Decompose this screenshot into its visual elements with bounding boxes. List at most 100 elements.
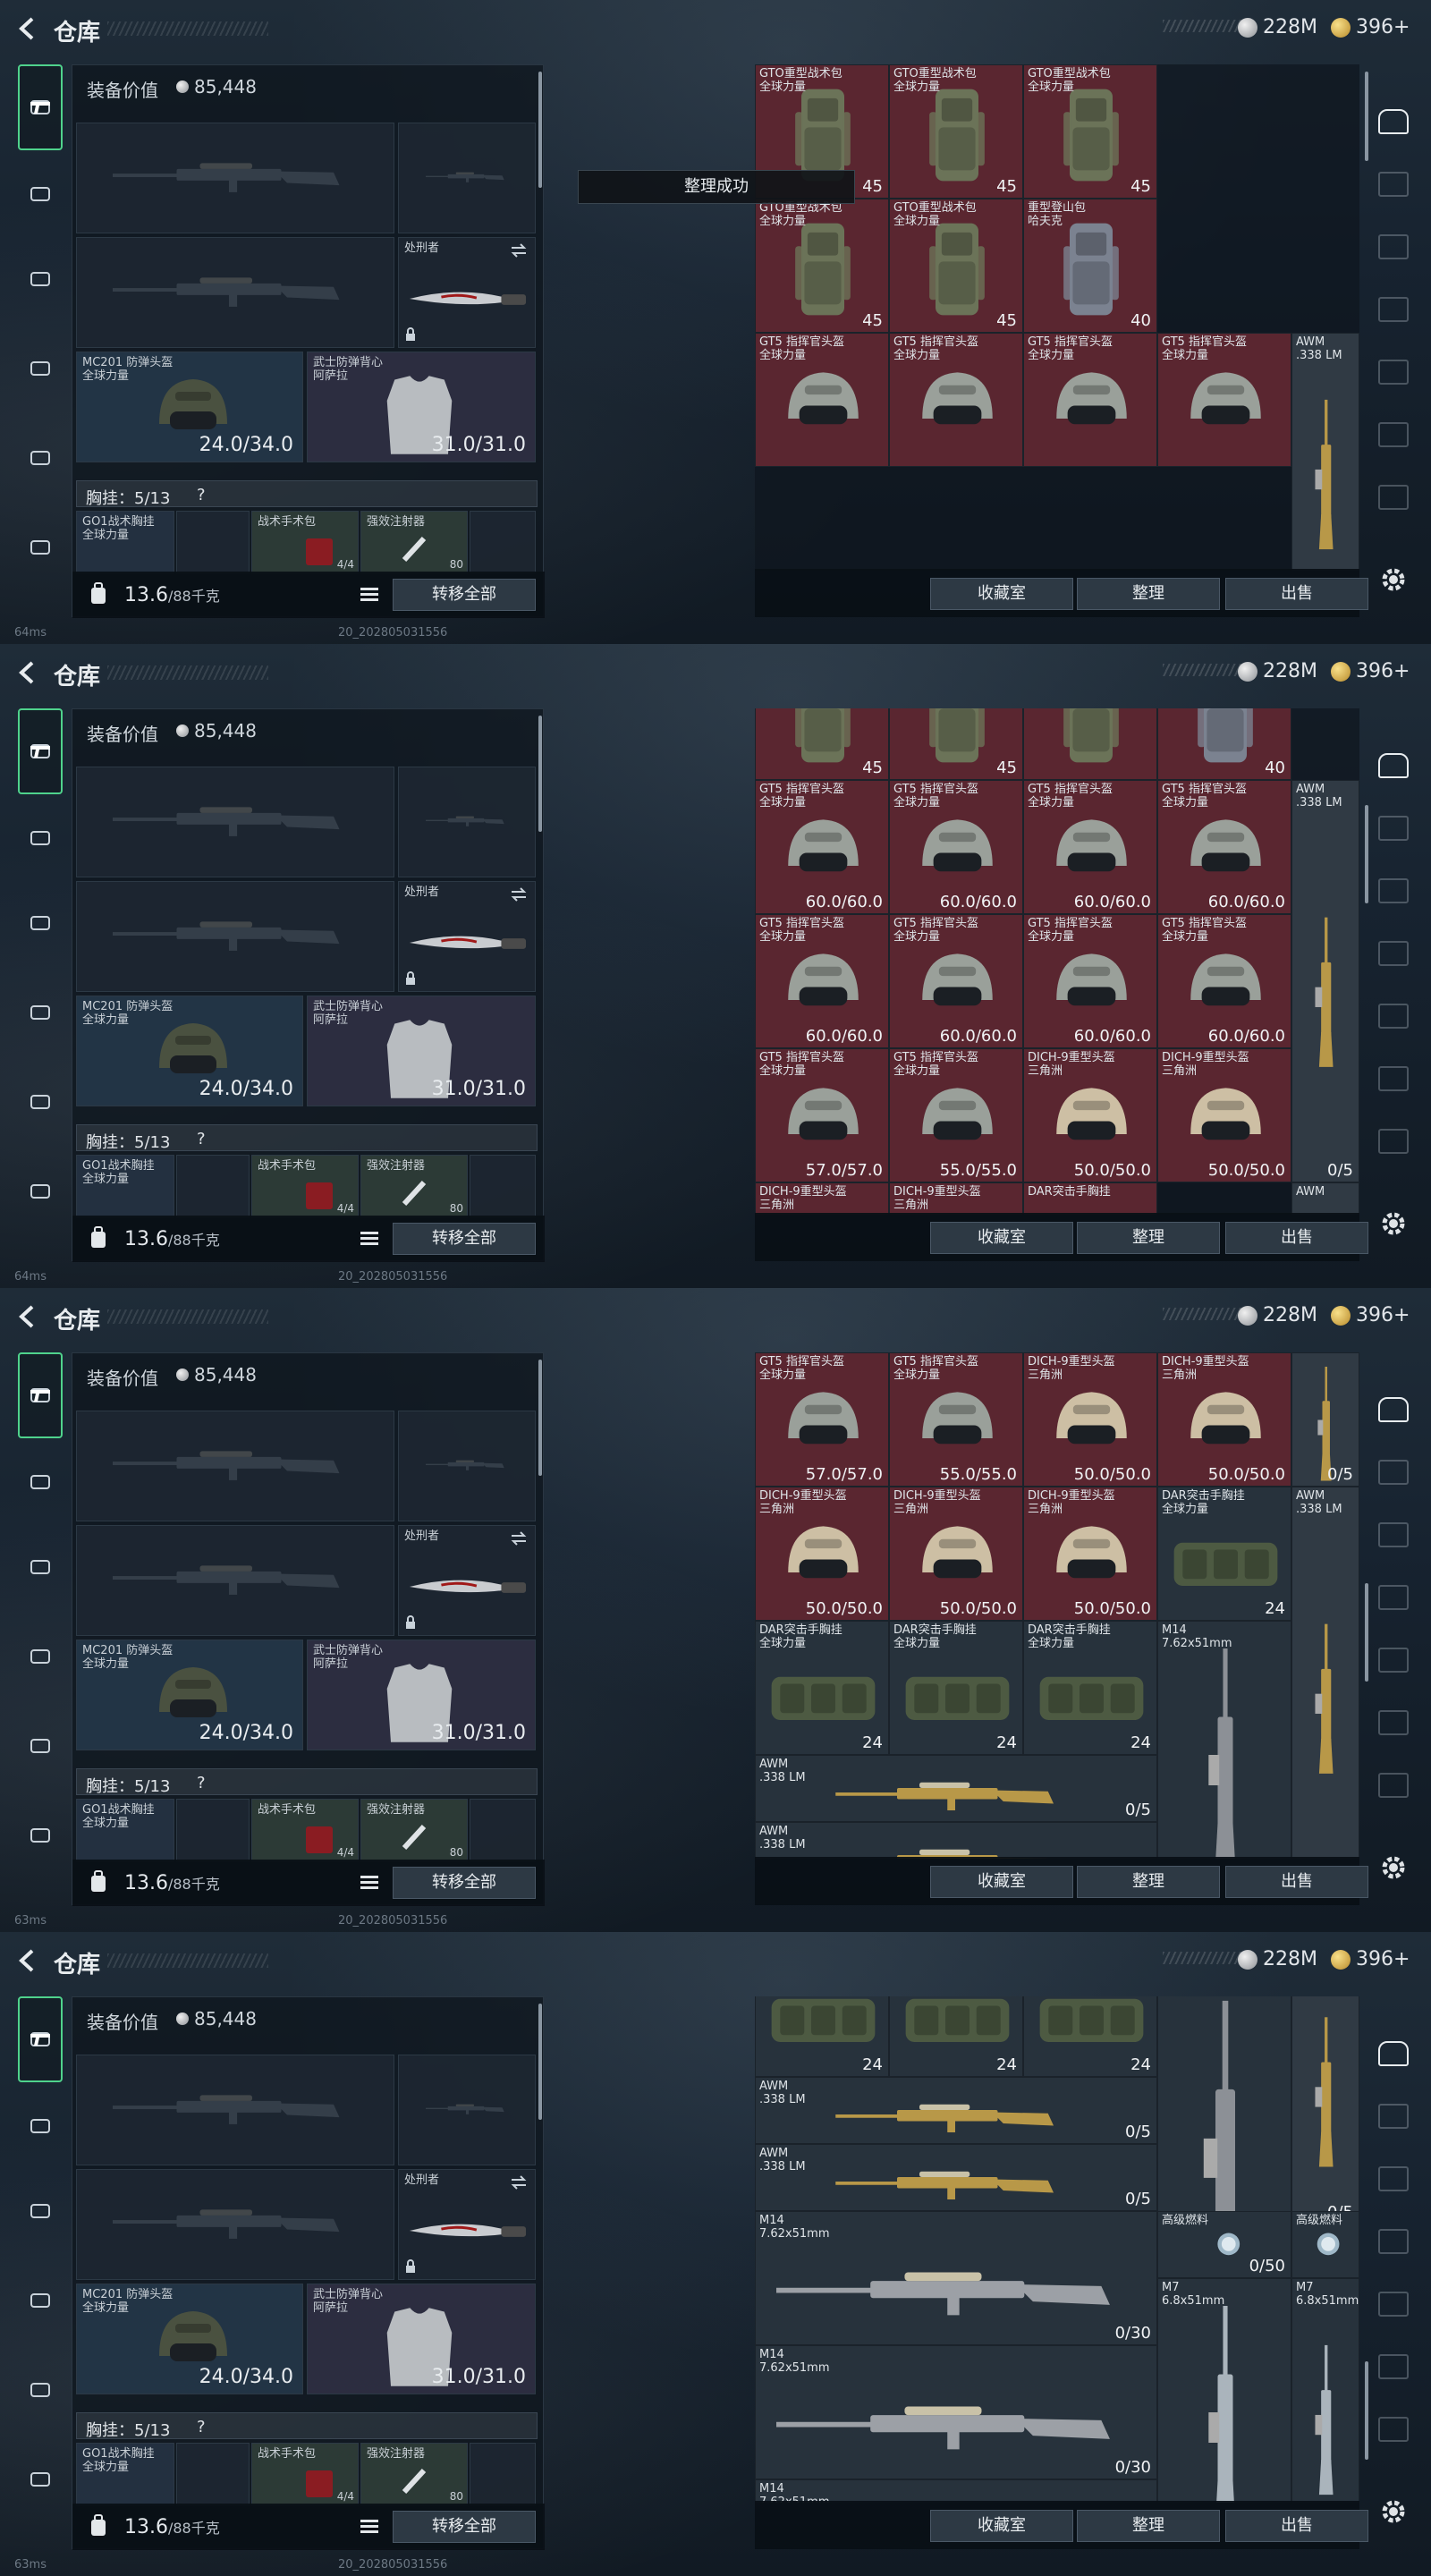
storage-tab[interactable] — [1372, 1120, 1415, 1163]
transfer-all-button[interactable]: 转移全部 — [393, 579, 536, 611]
warehouse-scrollbar[interactable] — [1365, 2361, 1368, 2460]
injector-slot[interactable]: 强效注射器 80 — [360, 511, 468, 573]
inventory-item[interactable]: AWM .338 LM 0/5 — [755, 2144, 1157, 2211]
list-view-icon[interactable] — [357, 1226, 382, 1251]
warehouse-scrollbar[interactable] — [1365, 805, 1368, 903]
inventory-item[interactable]: M14 7.62x51mm 0/30 — [755, 2211, 1157, 2345]
transfer-all-button[interactable]: 转移全部 — [393, 1867, 536, 1899]
list-view-icon[interactable] — [357, 1870, 382, 1895]
list-view-icon[interactable] — [357, 2514, 382, 2539]
inventory-item[interactable]: 0/5 — [1291, 1996, 1359, 2224]
gear-icon[interactable] — [1377, 564, 1410, 596]
swap-icon[interactable] — [510, 243, 528, 258]
injector-slot[interactable]: 强效注射器 80 — [360, 2443, 468, 2505]
inventory-item[interactable]: DICH-9重型头盔 三角洲 50.0/50.0 — [1157, 1352, 1291, 1487]
inventory-item[interactable]: 24 — [1023, 1996, 1157, 2077]
inventory-item[interactable]: GT5 指挥官头盔 全球力量 60.0/60.0 — [889, 780, 1023, 914]
storage-tab[interactable] — [1372, 2095, 1415, 2138]
back-arrow-icon[interactable] — [16, 16, 38, 41]
helmet-slot[interactable]: MC201 防弹头盔 全球力量 24.0/34.0 — [76, 352, 303, 462]
inventory-item[interactable]: GT5 指挥官头盔 全球力量 — [1157, 333, 1291, 467]
back-arrow-icon[interactable] — [16, 1948, 38, 1973]
armor-slot[interactable]: 武士防弹背心 阿萨拉 31.0/31.0 — [307, 1640, 536, 1750]
inventory-item[interactable] — [1023, 708, 1157, 780]
storage-tab[interactable] — [1372, 932, 1415, 975]
rig-pocket-slot[interactable] — [470, 511, 536, 573]
inventory-item[interactable]: 45 — [755, 708, 889, 780]
nav-clipboard[interactable] — [18, 436, 63, 480]
rig-pocket-slot[interactable] — [176, 1799, 250, 1861]
rig-slot[interactable]: GO1战术胸挂 全球力量 — [76, 2443, 174, 2505]
storage-tab[interactable] — [1372, 476, 1415, 519]
inventory-item[interactable]: DICH-9重型头盔 三角洲 50.0/50.0 — [1023, 1048, 1157, 1182]
swap-icon[interactable] — [510, 887, 528, 902]
rig-slot[interactable]: GO1战术胸挂 全球力量 — [76, 1155, 174, 1217]
storage-tab[interactable] — [1372, 1639, 1415, 1682]
surgery-kit-slot[interactable]: 战术手术包 4/4 — [251, 1799, 359, 1861]
nav-backpack[interactable] — [18, 2278, 63, 2323]
inventory-item[interactable]: GT5 指挥官头盔 全球力量 60.0/60.0 — [889, 914, 1023, 1048]
inventory-item[interactable]: 24 — [889, 1996, 1023, 2077]
nav-armor[interactable] — [18, 172, 63, 216]
back-arrow-icon[interactable] — [16, 1304, 38, 1329]
inventory-item[interactable]: M7 6.8x51mm — [1291, 2278, 1359, 2503]
inventory-item[interactable]: DICH-9重型头盔 三角洲 — [755, 1182, 889, 1215]
storage-tab[interactable] — [1372, 2345, 1415, 2388]
list-view-icon[interactable] — [357, 582, 382, 607]
inventory-item[interactable]: GT5 指挥官头盔 全球力量 — [889, 333, 1023, 467]
inventory-item[interactable]: DICH-9重型头盔 三角洲 50.0/50.0 — [1157, 1048, 1291, 1182]
inventory-item[interactable]: 重型登山包 哈夫克 40 — [1023, 199, 1157, 333]
nav-helmet[interactable] — [18, 1545, 63, 1589]
inventory-item[interactable]: AWM .338 LM 0/5 — [1291, 780, 1359, 1182]
pistol-slot[interactable] — [398, 767, 536, 877]
home-tab[interactable] — [1372, 1388, 1415, 1431]
helmet-slot[interactable]: MC201 防弹头盔 全球力量 24.0/34.0 — [76, 996, 303, 1106]
nav-clipboard[interactable] — [18, 2368, 63, 2412]
storage-tab[interactable] — [1372, 1451, 1415, 1494]
inventory-item[interactable]: DAR突击手胸挂 全球力量 24 — [889, 1621, 1023, 1755]
rig-pocket-slot[interactable] — [176, 1155, 250, 1217]
organize-button[interactable]: 整理 — [1077, 1866, 1220, 1898]
gold-currency[interactable]: 396+ — [1331, 1948, 1410, 1970]
nav-briefcase[interactable] — [18, 1169, 63, 1214]
nav-armor[interactable] — [18, 1460, 63, 1504]
inventory-item[interactable]: M14 7.62x51mm — [755, 2479, 1157, 2503]
inventory-item[interactable]: DICH-9重型头盔 三角洲 50.0/50.0 — [755, 1487, 889, 1621]
rig-pocket-slot[interactable] — [470, 1155, 536, 1217]
inventory-item[interactable]: GT5 指挥官头盔 全球力量 60.0/60.0 — [1023, 914, 1157, 1048]
storage-tab[interactable] — [1372, 1057, 1415, 1100]
pistol-slot[interactable] — [398, 2055, 536, 2165]
primary-weapon-slot[interactable] — [76, 767, 394, 877]
warehouse-scrollbar[interactable] — [1365, 1583, 1368, 1682]
nav-pistol[interactable] — [18, 1352, 63, 1438]
storage-tab[interactable] — [1372, 1576, 1415, 1619]
melee-slot[interactable]: 处刑者 — [398, 237, 536, 348]
collection-room-button[interactable]: 收藏室 — [930, 578, 1073, 610]
nav-clipboard[interactable] — [18, 1080, 63, 1124]
melee-slot[interactable]: 处刑者 — [398, 2169, 536, 2280]
rig-pocket-slot[interactable] — [470, 2443, 536, 2505]
back-arrow-icon[interactable] — [16, 660, 38, 685]
inventory-item[interactable]: GTO重型战术包 全球力量 45 — [889, 64, 1023, 199]
nav-backpack[interactable] — [18, 346, 63, 391]
storage-tab[interactable] — [1372, 995, 1415, 1038]
help-icon[interactable]: ? — [197, 1774, 206, 1792]
primary-weapon-slot[interactable] — [76, 1411, 394, 1521]
inventory-item[interactable]: GT5 指挥官头盔 全球力量 55.0/55.0 — [889, 1048, 1023, 1182]
surgery-kit-slot[interactable]: 战术手术包 4/4 — [251, 511, 359, 573]
inventory-item[interactable]: AWM .338 LM — [755, 1822, 1157, 1859]
secondary-weapon-slot[interactable] — [76, 881, 394, 992]
nav-backpack[interactable] — [18, 1634, 63, 1679]
gold-currency[interactable]: 396+ — [1331, 16, 1410, 38]
nav-helmet[interactable] — [18, 901, 63, 945]
inventory-item[interactable]: GT5 指挥官头盔 全球力量 60.0/60.0 — [1157, 780, 1291, 914]
primary-weapon-slot[interactable] — [76, 123, 394, 233]
rig-pocket-slot[interactable] — [176, 2443, 250, 2505]
home-tab[interactable] — [1372, 100, 1415, 143]
inventory-item[interactable]: DAR突击手胸挂 — [1023, 1182, 1157, 1215]
equipment-scrollbar[interactable] — [538, 72, 542, 188]
inventory-item[interactable]: DAR突击手胸挂 全球力量 24 — [755, 1621, 889, 1755]
inventory-item[interactable]: GT5 指挥官头盔 全球力量 60.0/60.0 — [1157, 914, 1291, 1048]
warehouse-scrollbar[interactable] — [1365, 72, 1368, 161]
inventory-item[interactable]: GT5 指挥官头盔 全球力量 60.0/60.0 — [755, 780, 889, 914]
